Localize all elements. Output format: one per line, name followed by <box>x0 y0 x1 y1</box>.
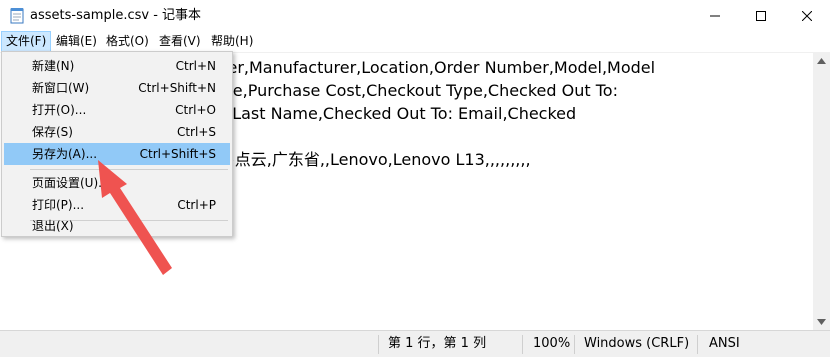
scroll-down-button[interactable] <box>813 313 830 330</box>
menu-item-label: 打开(O)... <box>32 103 87 117</box>
menu-file[interactable]: 文件(F) <box>1 31 52 52</box>
menu-item-label: 退出(X) <box>32 219 74 233</box>
menu-item-page-setup[interactable]: 页面设置(U)... <box>4 172 230 194</box>
menu-edit[interactable]: 编辑(E) <box>52 31 101 52</box>
menu-item-label: 另存为(A)... <box>32 147 98 161</box>
menu-item-label: 页面设置(U)... <box>32 176 110 190</box>
zoom-level: 100% <box>533 336 571 351</box>
cursor-position: 第 1 行，第 1 列 <box>388 336 487 351</box>
menu-item-print[interactable]: 打印(P)... Ctrl+P <box>4 194 230 216</box>
close-button[interactable] <box>784 0 830 31</box>
status-divider <box>522 335 523 354</box>
maximize-icon <box>756 10 766 21</box>
chevron-down-icon <box>817 318 826 325</box>
minimize-icon <box>710 15 720 16</box>
menu-item-shortcut: Ctrl+S <box>176 125 216 139</box>
title-bar: assets-sample.csv - 记事本 <box>0 0 830 31</box>
status-bar: 第 1 行，第 1 列 100% Windows (CRLF) ANSI <box>0 330 830 357</box>
menu-item-label: 保存(S) <box>32 125 73 139</box>
menu-item-save-as[interactable]: 另存为(A)... Ctrl+Shift+S <box>4 143 230 165</box>
line-ending: Windows (CRLF) <box>584 336 690 351</box>
chevron-up-icon <box>817 57 826 64</box>
maximize-button[interactable] <box>738 0 784 31</box>
close-icon <box>802 10 812 21</box>
menu-view[interactable]: 查看(V) <box>155 31 205 52</box>
scroll-up-button[interactable] <box>813 52 830 69</box>
menu-item-label: 新窗口(W) <box>32 81 90 95</box>
menu-bar: 文件(F) 编辑(E) 格式(O) 查看(V) 帮助(H) <box>0 31 830 52</box>
menu-help[interactable]: 帮助(H) <box>207 31 257 52</box>
menu-item-shortcut: Ctrl+Shift+S <box>139 147 216 161</box>
vertical-scrollbar[interactable] <box>813 52 830 330</box>
menu-item-shortcut: Ctrl+N <box>175 59 216 73</box>
notepad-icon <box>10 8 24 24</box>
menu-item-label: 新建(N) <box>32 59 75 73</box>
status-divider <box>378 335 379 354</box>
menu-item-save[interactable]: 保存(S) Ctrl+S <box>4 121 230 143</box>
menu-format[interactable]: 格式(O) <box>102 31 153 52</box>
menu-item-new-window[interactable]: 新窗口(W) Ctrl+Shift+N <box>4 77 230 99</box>
status-divider <box>697 335 698 354</box>
menu-item-open[interactable]: 打开(O)... Ctrl+O <box>4 99 230 121</box>
menu-item-shortcut: Ctrl+Shift+N <box>138 81 216 95</box>
minimize-button[interactable] <box>692 0 738 31</box>
menu-item-exit[interactable]: 退出(X) <box>4 215 230 237</box>
file-menu-dropdown: 新建(N) Ctrl+N 新窗口(W) Ctrl+Shift+N 打开(O)..… <box>1 51 233 237</box>
window-title: assets-sample.csv - 记事本 <box>30 8 202 23</box>
status-divider <box>574 335 575 354</box>
menu-item-label: 打印(P)... <box>32 198 85 212</box>
menu-item-new[interactable]: 新建(N) Ctrl+N <box>4 55 230 77</box>
menu-item-shortcut: Ctrl+O <box>175 103 216 117</box>
menu-item-shortcut: Ctrl+P <box>177 198 216 212</box>
menu-separator <box>30 169 228 170</box>
encoding: ANSI <box>709 336 740 351</box>
